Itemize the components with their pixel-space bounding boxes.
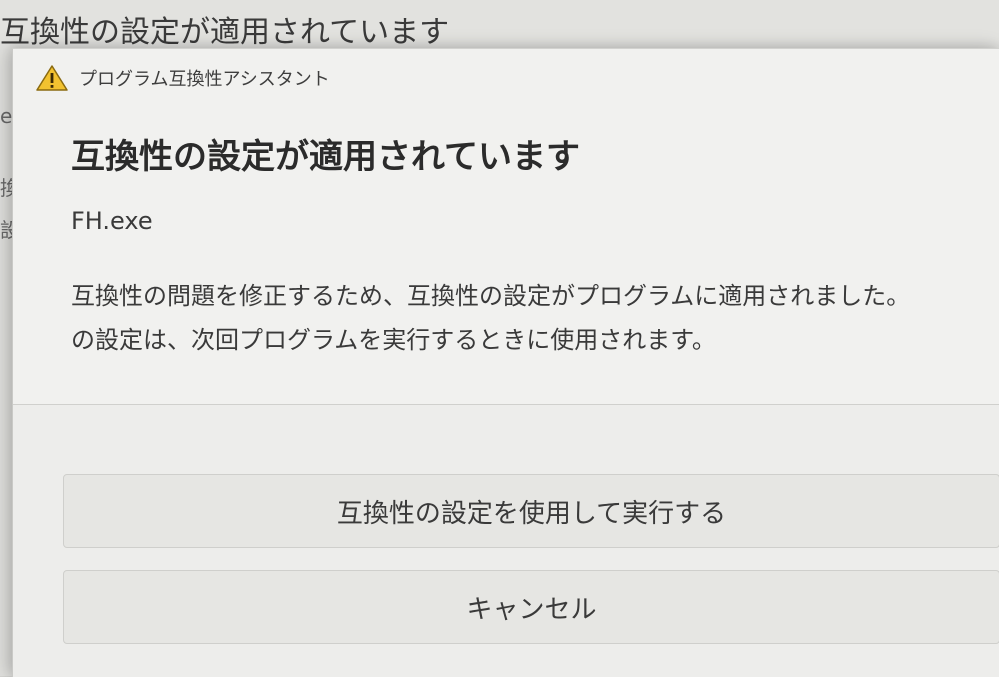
dialog-content-area: プログラム互換性アシスタント 互換性の設定が適用されています FH.exe 互換…: [13, 49, 999, 404]
dialog-heading: 互換性の設定が適用されています: [71, 137, 580, 177]
dialog-message: 互換性の問題を修正するため、互換性の設定がプログラムに適用されました。 の設定は…: [71, 274, 999, 366]
cancel-button[interactable]: キャンセル: [63, 570, 999, 644]
warning-icon: [35, 64, 69, 92]
dialog-titlebar[interactable]: プログラム互換性アシスタント: [35, 63, 330, 93]
dialog-divider: [13, 404, 999, 405]
run-with-compat-settings-button[interactable]: 互換性の設定を使用して実行する: [63, 474, 999, 548]
program-name: FH.exe: [71, 207, 153, 235]
run-with-compat-settings-label: 互換性の設定を使用して実行する: [336, 498, 727, 529]
dialog-message-line-2: の設定は、次回プログラムを実行するときに使用されます。: [71, 326, 716, 354]
dialog-window-title: プログラム互換性アシスタント: [79, 69, 330, 90]
background-window-title: 互換性の設定が適用されています: [0, 15, 450, 48]
compatibility-dialog: プログラム互換性アシスタント 互換性の設定が適用されています FH.exe 互換…: [12, 48, 999, 677]
cancel-button-label: キャンセル: [466, 594, 597, 625]
dialog-message-line-1: 互換性の問題を修正するため、互換性の設定がプログラムに適用されました。: [71, 282, 911, 310]
